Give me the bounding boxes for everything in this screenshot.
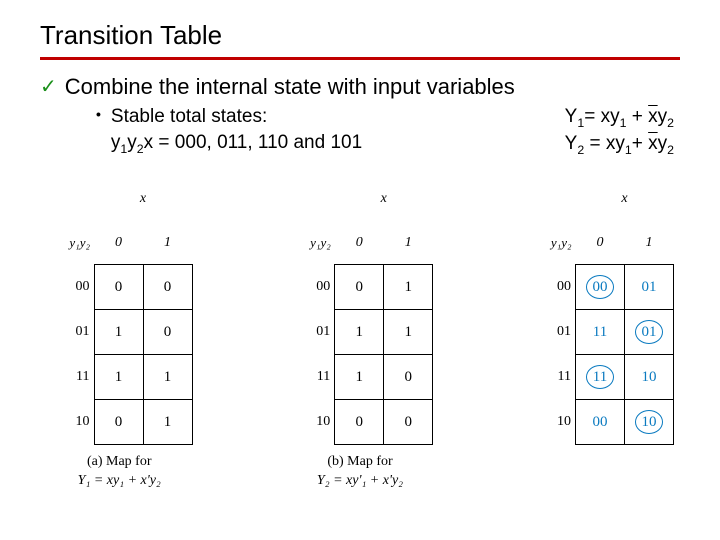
caption-a: (a) Map for Y₁ = xy₁ + x'y₂ [46,453,193,489]
caption-b: (b) Map for Y₂ = xy'₁ + x'y₂ [287,453,434,489]
stable-state-icon: 10 [635,410,663,434]
equation-y2: Y2 = xy1+ xy2 [565,131,674,158]
figures-row: x y₁y₂01 0000 0110 1111 1001 (a) Map for… [40,177,680,490]
figure-map-y2: x y₁y₂01 0001 0111 1110 1000 (b) Map for… [287,177,434,490]
figure-map-y1: x y₁y₂01 0000 0110 1111 1001 (a) Map for… [46,177,193,490]
page-title: Transition Table [40,20,680,51]
equations-block: Y1= xy1 + xy2 Y2 = xy1+ xy2 [565,104,680,159]
check-icon: ✓ [40,74,57,100]
stable-state-icon: 00 [586,275,614,299]
transition-table: x y₁y₂01 00 00 01 01 11 01 11 11 10 [528,177,675,446]
stable-states-values: y1y2x = 000, 011, 110 and 101 [111,130,565,157]
title-rule [40,57,680,60]
stable-state-icon: 11 [586,365,614,389]
figure-transition-table: x y₁y₂01 00 00 01 01 11 01 11 11 10 [528,177,675,490]
stable-states-label: Stable total states: [111,104,565,130]
main-bullet-row: ✓ Combine the internal state with input … [40,74,680,100]
equation-y1: Y1= xy1 + xy2 [565,104,674,131]
kmap-y1: x y₁y₂01 0000 0110 1111 1001 [46,177,193,446]
stable-state-icon: 01 [635,320,663,344]
sub-bullet-left: Stable total states: y1y2x = 000, 011, 1… [111,104,565,159]
sub-bullet-row: • Stable total states: y1y2x = 000, 011,… [96,104,680,159]
kmap-y2: x y₁y₂01 0001 0111 1110 1000 [287,177,434,446]
main-bullet-text: Combine the internal state with input va… [65,74,515,100]
bullet-dot-icon: • [96,104,101,159]
